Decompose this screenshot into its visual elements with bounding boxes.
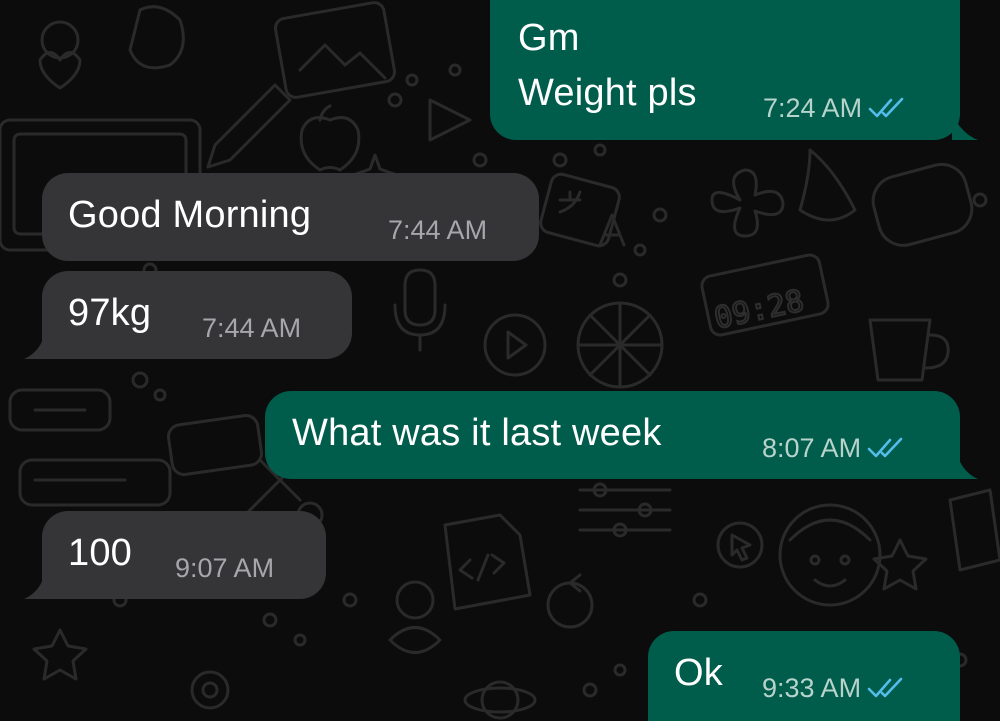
clock-doodle-text: 09:28	[711, 283, 807, 336]
message-text: What was it last week	[292, 412, 662, 454]
message-text: 97kg	[68, 292, 152, 334]
incoming-message[interactable]: 100 9:07 AM	[24, 511, 326, 599]
bubble-tail	[958, 457, 978, 479]
double-check-icon	[867, 437, 903, 458]
message-time: 7:44 AM	[388, 215, 488, 245]
bubble-tail	[24, 577, 44, 599]
outgoing-message[interactable]: Gm Weight pls 7:24 AM	[490, 0, 978, 140]
outgoing-message[interactable]: What was it last week 8:07 AM	[265, 391, 978, 479]
message-meta: 7:24 AM	[763, 93, 906, 123]
message-text: Gm	[518, 17, 580, 59]
message-time: 8:07 AM	[762, 433, 862, 463]
incoming-message[interactable]: 97kg 7:44 AM	[24, 271, 352, 359]
message-time: 9:07 AM	[175, 553, 275, 583]
message-text: 100	[68, 532, 133, 574]
message-text: Ok	[674, 652, 723, 694]
message-time: 7:44 AM	[202, 313, 302, 343]
double-check-icon	[868, 97, 904, 118]
double-check-icon	[867, 677, 903, 698]
message-meta: 7:44 AM	[388, 215, 487, 245]
message-meta: 7:44 AM	[202, 313, 301, 343]
message-time: 7:24 AM	[763, 93, 863, 123]
bubble-tail	[952, 114, 978, 140]
message-text: Good Morning	[68, 194, 312, 236]
message-text: Weight pls	[518, 72, 697, 114]
message-time: 9:33 AM	[762, 673, 862, 703]
message-meta: 8:07 AM	[762, 433, 905, 463]
message-meta: 9:07 AM	[175, 553, 274, 583]
incoming-message[interactable]: Good Morning 7:44 AM	[42, 173, 539, 261]
message-meta: 9:33 AM	[762, 673, 905, 703]
bubble-tail	[24, 337, 44, 359]
outgoing-message[interactable]: Ok 9:33 AM	[648, 631, 960, 721]
